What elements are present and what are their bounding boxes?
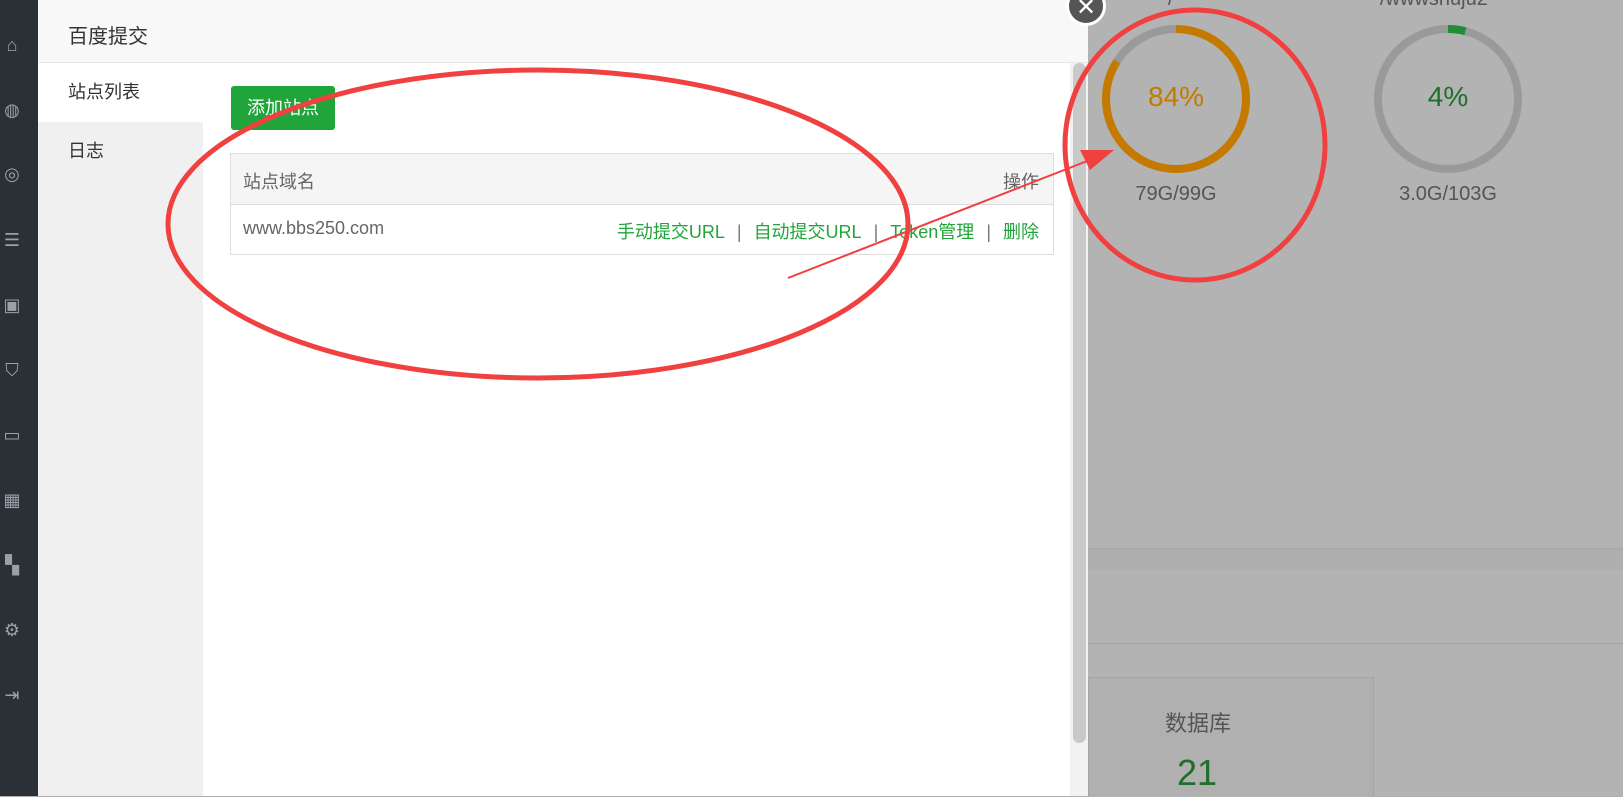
annotation-circle-gauge <box>1062 7 1328 283</box>
annotation-arrow-head <box>1080 150 1114 170</box>
annotation-arrow-line <box>787 155 1101 279</box>
annotation-ellipse-table <box>165 67 911 381</box>
annotation-overlay <box>165 7 1328 381</box>
